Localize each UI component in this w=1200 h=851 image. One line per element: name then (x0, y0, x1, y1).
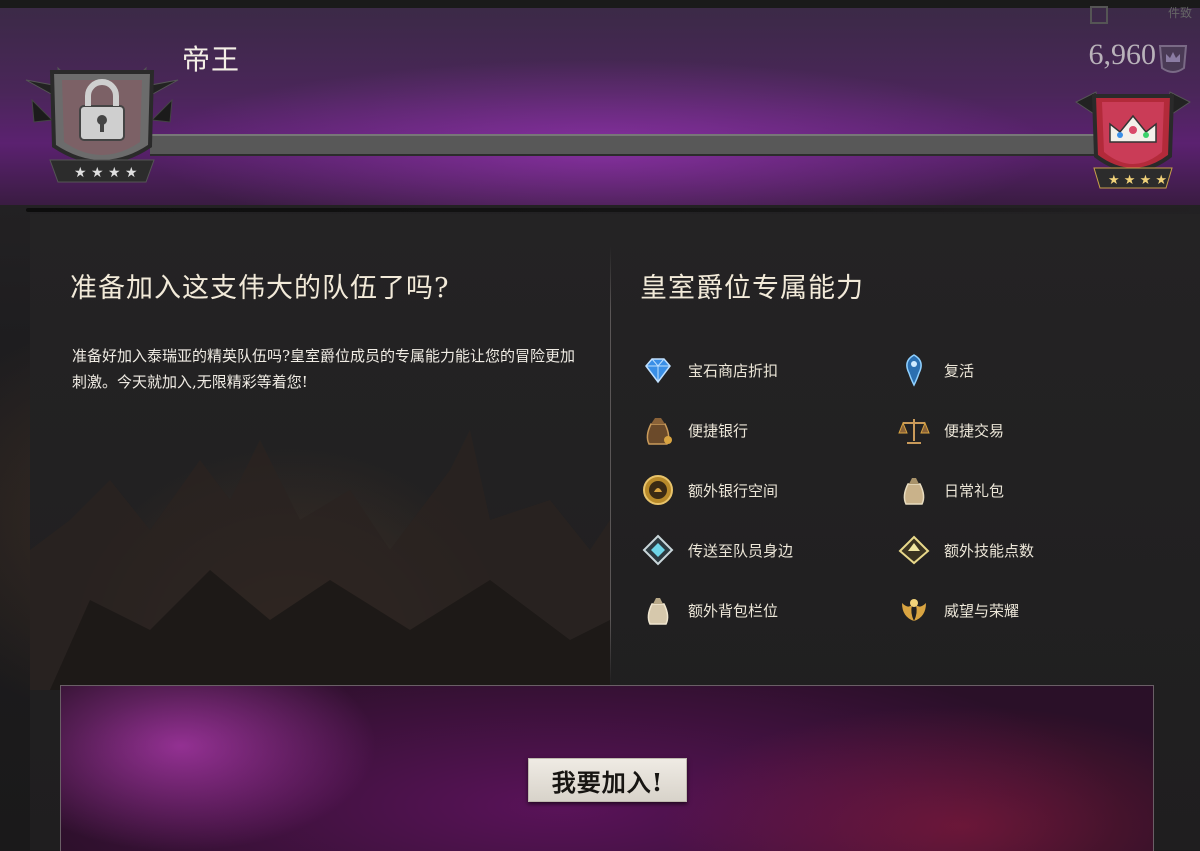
benefit-label: 日常礼包 (944, 481, 1005, 500)
coin-vault-icon (640, 472, 676, 508)
benefit-prestige-glory: 威望与荣耀 (896, 580, 1152, 640)
svg-text:★ ★ ★ ★: ★ ★ ★ ★ (74, 165, 138, 181)
benefit-gem-store-discount: 宝石商店折扣 (640, 340, 896, 400)
locked-rank-badge-icon: ★ ★ ★ ★ (25, 66, 179, 183)
benefit-convenient-bank: 便捷银行 (640, 400, 896, 460)
monarch-rank-badge-icon: ★ ★ ★ ★ (1075, 91, 1191, 189)
gem-icon (640, 352, 676, 388)
gift-bag-icon (896, 472, 932, 508)
benefit-extra-skill-points: 额外技能点数 (896, 520, 1152, 580)
benefits-heading: 皇室爵位专属能力 (640, 273, 864, 304)
corner-label: 件致 (1167, 6, 1192, 20)
benefit-label: 额外银行空间 (688, 481, 779, 500)
column-divider (610, 246, 611, 684)
benefit-convenient-trade: 便捷交易 (896, 400, 1152, 460)
benefit-daily-gift: 日常礼包 (896, 460, 1152, 520)
checkbox-icon[interactable] (1090, 6, 1108, 24)
benefit-label: 宝石商店折扣 (688, 361, 779, 380)
benefit-label: 传送至队员身边 (688, 541, 794, 560)
benefit-teleport-to-party: 传送至队员身边 (640, 520, 896, 580)
benefit-label: 复活 (944, 361, 975, 380)
scales-icon (896, 412, 932, 448)
join-heading: 准备加入这支伟大的队伍了吗? (70, 273, 450, 304)
benefit-label: 额外技能点数 (944, 541, 1035, 560)
benefit-label: 便捷银行 (688, 421, 749, 440)
join-description: 准备好加入泰瑞亚的精英队伍吗?皇室爵位成员的专属能力能让您的冒险更加刺激。今天就… (72, 347, 576, 391)
rank-progress-bar (150, 134, 1095, 156)
benefit-label: 额外背包栏位 (688, 601, 779, 620)
laurel-icon (896, 592, 932, 628)
benefit-revive: 复活 (896, 340, 1152, 400)
benefit-extra-bag-slot: 额外背包栏位 (640, 580, 896, 640)
benefit-label: 威望与荣耀 (944, 601, 1020, 620)
bank-bag-icon (640, 412, 676, 448)
bag-slot-icon (640, 592, 676, 628)
membership-window: 件致 ★ ★ ★ ★ 帝王 6,960 ★ ★ ★ ★ 准备加入这支伟大的队伍了… (0, 0, 1200, 851)
join-button[interactable]: 我要加入! (528, 758, 687, 802)
rank-title: 帝王 (182, 43, 241, 76)
crown-currency-icon (1158, 45, 1188, 73)
teleport-icon (640, 532, 676, 568)
header-divider (26, 208, 1196, 212)
skill-point-icon (896, 532, 932, 568)
gem-count: 6,960 (1088, 38, 1157, 71)
revive-icon (896, 352, 932, 388)
benefits-list: 宝石商店折扣 复活 便捷银行 便捷交易 额外银行空间 日常礼包 传送至队员身边 … (640, 340, 1180, 640)
benefit-extra-bank-space: 额外银行空间 (640, 460, 896, 520)
benefit-label: 便捷交易 (944, 421, 1005, 440)
svg-text:★ ★ ★ ★: ★ ★ ★ ★ (1108, 173, 1167, 188)
background-ruins-art (30, 430, 610, 690)
